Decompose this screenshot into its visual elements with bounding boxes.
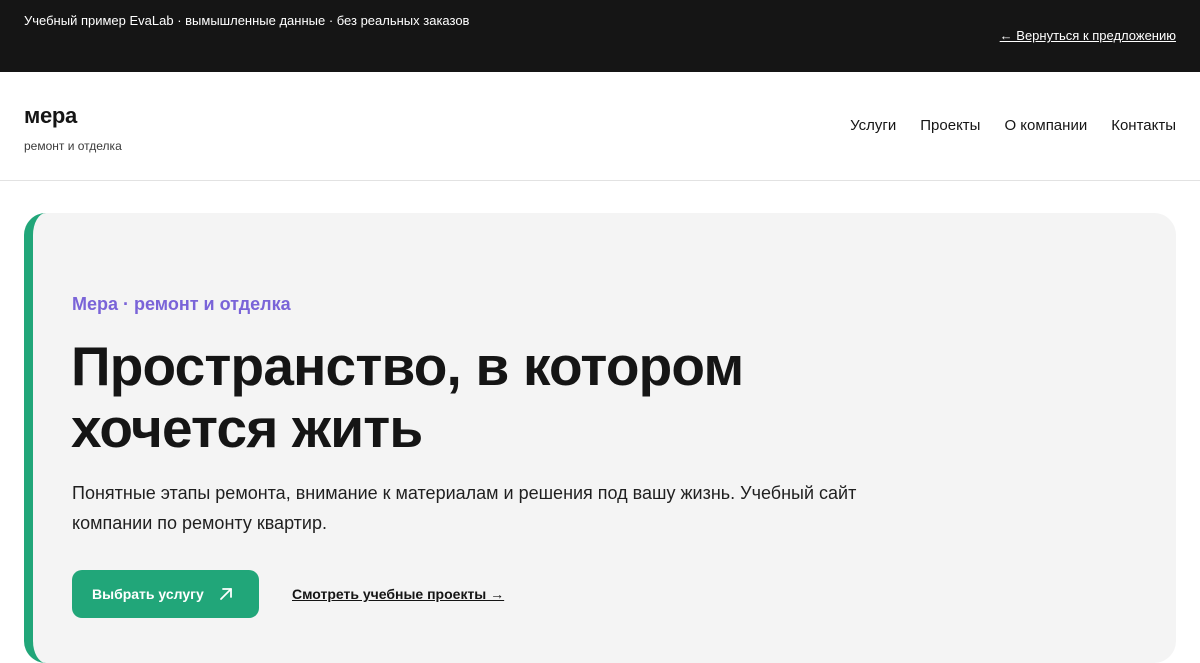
nav-item-about[interactable]: О компании (1004, 117, 1087, 135)
main-nav: Услуги Проекты О компании Контакты (850, 117, 1176, 135)
view-projects-link[interactable]: Смотреть учебные проекты → (292, 586, 504, 603)
choose-service-button[interactable]: Выбрать услугу (72, 570, 259, 618)
nav-item-projects[interactable]: Проекты (920, 117, 980, 135)
choose-service-label: Выбрать услугу (92, 586, 204, 602)
arrow-up-right-icon (218, 586, 234, 602)
brand-logo[interactable]: мера (24, 102, 77, 130)
back-to-offer-link[interactable]: ← Вернуться к предложению (1000, 28, 1176, 44)
demo-notice-bar: Учебный пример EvaLab · вымышленные данн… (0, 0, 1200, 72)
site-header: мера ремонт и отделка Услуги Проекты О к… (0, 72, 1200, 181)
nav-item-services[interactable]: Услуги (850, 117, 896, 135)
brand-tagline: ремонт и отделка (24, 139, 122, 153)
hero-eyebrow: Мера · ремонт и отделка (72, 294, 291, 314)
demo-notice-text: Учебный пример EvaLab · вымышленные данн… (24, 13, 470, 28)
nav-item-contacts[interactable]: Контакты (1111, 117, 1176, 135)
hero-description: Понятные этапы ремонта, внимание к матер… (72, 483, 857, 533)
hero-title: Пространство, в котором хочется жить (71, 335, 744, 459)
hero-section: Мера · ремонт и отделка Пространство, в … (24, 213, 1176, 663)
